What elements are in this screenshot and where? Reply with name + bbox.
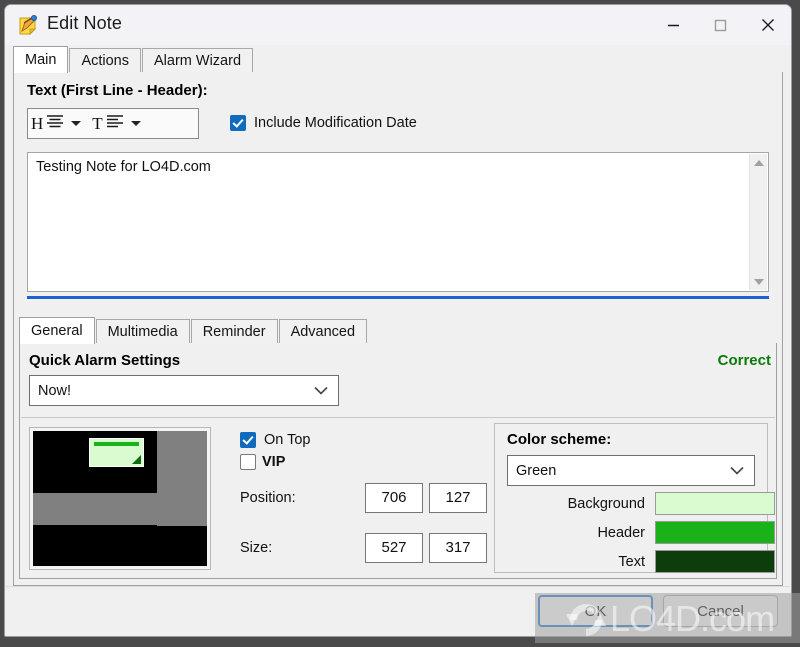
header-color-swatch[interactable] (655, 521, 775, 544)
editor-scrollbar[interactable] (749, 154, 767, 290)
note-thumbnail-header (93, 441, 140, 446)
header-align-button[interactable]: H (28, 109, 67, 138)
text-color-label: Text (618, 554, 645, 570)
align-left-icon (106, 114, 124, 133)
color-scheme-select[interactable]: Green (507, 455, 755, 486)
align-center-icon (46, 114, 64, 133)
edit-note-window: Edit Note Main Actions Alarm Wizard Text… (4, 4, 792, 637)
dialog-button-bar: OK Cancel (6, 586, 790, 635)
tab-advanced[interactable]: Advanced (278, 319, 368, 344)
cancel-button[interactable]: Cancel (663, 595, 778, 627)
minimize-button[interactable] (650, 5, 697, 45)
color-scheme-value: Green (516, 462, 557, 479)
size-width-input[interactable]: 527 (365, 533, 423, 563)
note-thumbnail[interactable] (88, 437, 145, 468)
wallpaper-middle-band (33, 493, 207, 526)
text-color-swatch[interactable] (655, 550, 775, 573)
background-color-swatch[interactable] (655, 492, 775, 515)
body-align-letter: T (92, 113, 103, 133)
color-scheme-label: Color scheme: (507, 431, 612, 448)
note-pencil-icon (18, 15, 40, 36)
status-badge: Correct (717, 352, 771, 369)
on-top-row[interactable]: On Top (240, 432, 311, 448)
general-separator (21, 417, 775, 418)
general-tab-panel: Quick Alarm Settings Correct Now! On Top… (19, 343, 777, 579)
header-text-label: Text (First Line - Header): (27, 82, 208, 99)
vip-checkbox[interactable] (240, 454, 256, 470)
size-label: Size: (240, 540, 273, 556)
header-color-label: Header (597, 525, 645, 541)
color-scheme-group: Color scheme: Green Background Header Te… (494, 423, 775, 573)
quick-alarm-value: Now! (38, 382, 72, 399)
desktop-preview-screen (33, 431, 207, 566)
include-modification-date-checkbox[interactable] (230, 115, 246, 131)
note-text-value: Testing Note for LO4D.com (36, 159, 211, 175)
background-color-label: Background (567, 496, 645, 512)
main-tab-strip: Main Actions Alarm Wizard (13, 46, 783, 73)
note-text-editor[interactable]: Testing Note for LO4D.com (27, 152, 769, 292)
position-x-input[interactable]: 706 (365, 483, 423, 513)
header-align-chevron-down-icon[interactable] (71, 121, 82, 126)
quick-alarm-label: Quick Alarm Settings (29, 352, 181, 369)
position-label: Position: (240, 490, 296, 506)
include-modification-date-row[interactable]: Include Modification Date (230, 115, 417, 131)
tab-reminder[interactable]: Reminder (190, 319, 278, 344)
close-button[interactable] (744, 5, 791, 45)
tab-general[interactable]: General (19, 317, 95, 344)
on-top-checkbox[interactable] (240, 432, 256, 448)
maximize-button[interactable] (697, 5, 744, 45)
scroll-up-arrow-icon[interactable] (750, 154, 767, 171)
text-format-toolbar: H T (27, 108, 199, 139)
editor-accent-divider (27, 296, 769, 299)
vip-label: VIP (262, 454, 286, 470)
on-top-label: On Top (264, 432, 311, 448)
include-modification-date-label: Include Modification Date (254, 115, 417, 131)
title-bar: Edit Note (5, 5, 791, 45)
header-align-letter: H (31, 113, 44, 133)
note-thumbnail-resize-grip (132, 455, 142, 465)
chevron-down-icon (730, 462, 744, 480)
quick-alarm-select[interactable]: Now! (29, 375, 339, 406)
position-y-input[interactable]: 127 (429, 483, 487, 513)
tab-multimedia[interactable]: Multimedia (95, 319, 190, 344)
window-title: Edit Note (47, 13, 122, 33)
desktop-preview[interactable] (29, 427, 211, 570)
body-align-chevron-down-icon[interactable] (130, 121, 141, 126)
tab-main[interactable]: Main (13, 46, 69, 73)
vip-row[interactable]: VIP (240, 454, 285, 470)
size-height-input[interactable]: 317 (429, 533, 487, 563)
tab-alarm-wizard[interactable]: Alarm Wizard (142, 48, 254, 73)
general-tab-strip: General Multimedia Reminder Advanced (19, 317, 769, 344)
tab-actions[interactable]: Actions (69, 48, 141, 73)
window-controls (650, 5, 791, 45)
ok-button[interactable]: OK (538, 595, 653, 627)
scroll-down-arrow-icon[interactable] (750, 273, 767, 290)
body-align-button[interactable]: T (89, 109, 126, 138)
main-tab-panel: Text (First Line - Header): H T Include … (13, 72, 783, 586)
chevron-down-icon (314, 382, 328, 400)
